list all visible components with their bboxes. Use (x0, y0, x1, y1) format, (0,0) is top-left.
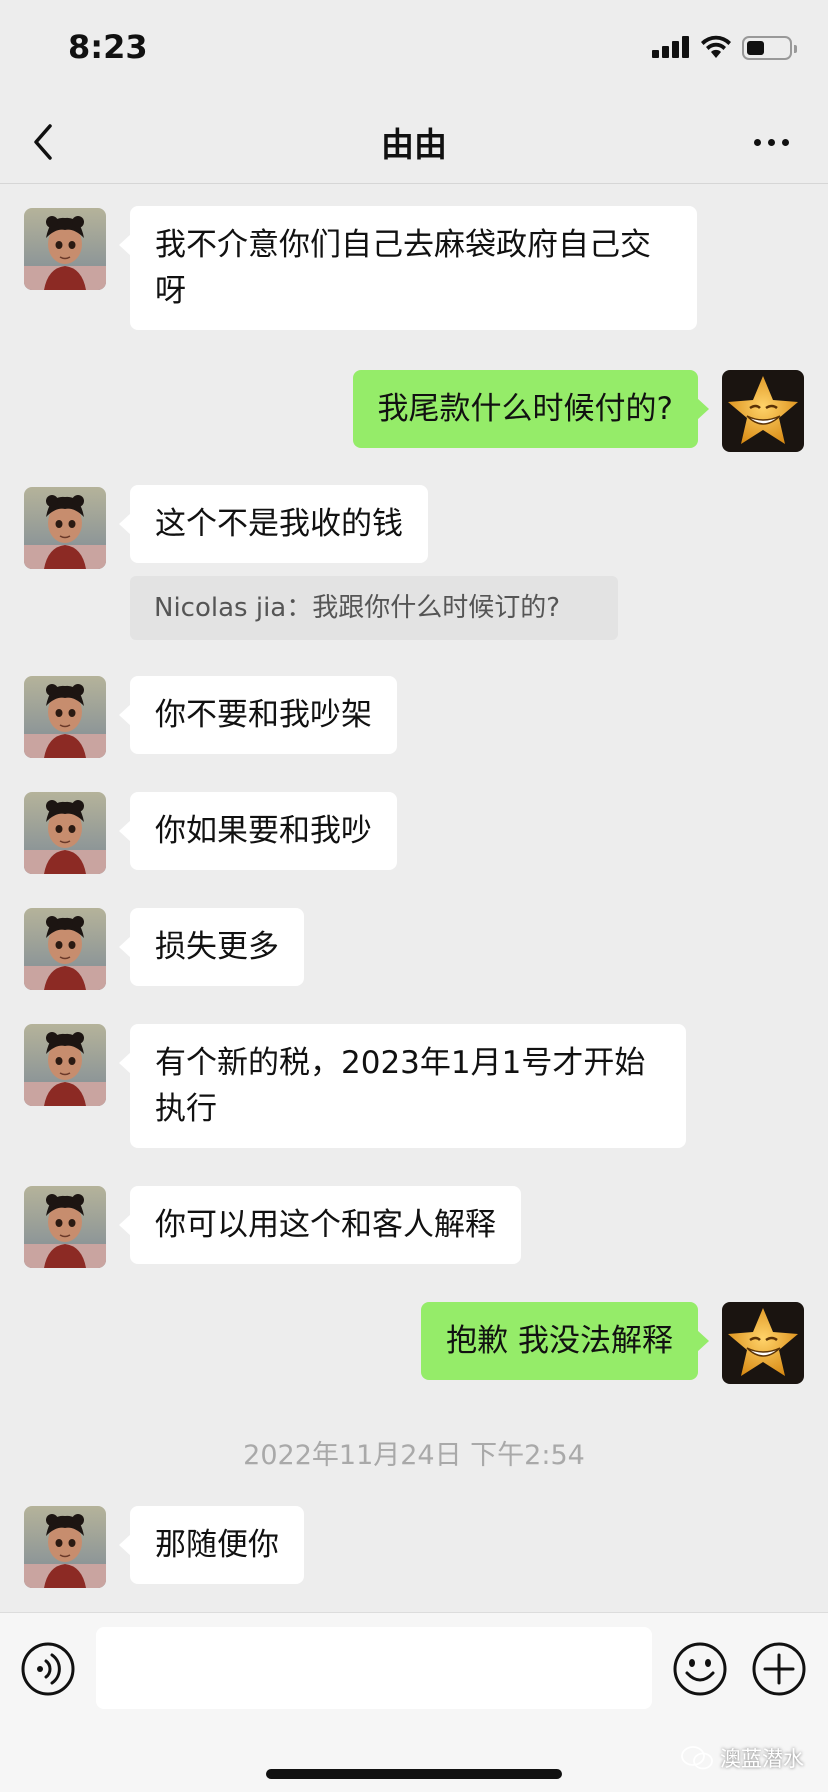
message-text: 那随便你 (155, 1527, 279, 1563)
contact-avatar[interactable] (24, 1186, 106, 1268)
wechat-logo-icon (681, 1746, 713, 1770)
contact-avatar[interactable] (24, 908, 106, 990)
chat-header: 由由 (0, 100, 828, 184)
message-bubble-sent[interactable]: 抱歉 我没法解释 (421, 1302, 709, 1380)
home-indicator[interactable] (266, 1769, 562, 1779)
input-bar: 澳蓝潜水 (0, 1612, 828, 1792)
voice-icon[interactable] (20, 1641, 76, 1697)
contact-avatar[interactable] (24, 487, 106, 569)
contact-avatar[interactable] (24, 676, 106, 758)
user-avatar[interactable] (722, 370, 804, 452)
message-text: 你不要和我吵架 (155, 697, 372, 733)
plus-icon[interactable] (751, 1641, 807, 1697)
status-bar: 8:23 (0, 0, 828, 100)
contact-avatar[interactable] (24, 792, 106, 874)
message-bubble-received[interactable]: 你可以用这个和客人解释 (119, 1186, 521, 1264)
contact-avatar[interactable] (24, 1506, 106, 1588)
message-bubble-received[interactable]: 那随便你 (119, 1506, 304, 1584)
message-input[interactable] (96, 1627, 652, 1709)
more-icon[interactable] (748, 130, 796, 154)
emoji-icon[interactable] (672, 1641, 728, 1697)
message-text: 这个不是我收的钱 (155, 506, 403, 542)
battery-icon (742, 36, 797, 60)
message-bubble-received[interactable]: 损失更多 (119, 908, 304, 986)
message-bubble-received[interactable]: 你如果要和我吵 (119, 792, 397, 870)
watermark-text: 澳蓝潜水 (720, 1747, 804, 1771)
user-avatar[interactable] (722, 1302, 804, 1384)
message-bubble-received[interactable]: 我不介意你们自己去麻袋政府自己交呀 (119, 206, 697, 330)
message-bubble-received[interactable]: 这个不是我收的钱 (119, 485, 428, 563)
message-text: 抱歉 我没法解释 (446, 1323, 673, 1359)
message-text: 你可以用这个和客人解释 (155, 1207, 496, 1243)
quote-text: Nicolas jia：我跟你什么时候订的? (154, 593, 561, 623)
status-time: 8:23 (68, 28, 148, 66)
message-text: 有个新的税，2023年1月1号才开始执行 (155, 1045, 646, 1127)
quoted-message[interactable]: Nicolas jia：我跟你什么时候订的? (130, 576, 618, 640)
wifi-icon (701, 35, 731, 58)
message-bubble-sent[interactable]: 我尾款什么时候付的? (352, 370, 710, 448)
contact-avatar[interactable] (24, 208, 106, 290)
chat-title: 由由 (381, 125, 447, 164)
message-bubble-received[interactable]: 有个新的税，2023年1月1号才开始执行 (119, 1024, 686, 1148)
message-text: 损失更多 (155, 929, 279, 965)
message-text: 你如果要和我吵 (155, 813, 372, 849)
chat-timestamp: 2022年11月24日 下午2:54 (243, 1440, 585, 1471)
message-bubble-received[interactable]: 你不要和我吵架 (119, 676, 397, 754)
contact-avatar[interactable] (24, 1024, 106, 1106)
signal-icon (652, 36, 690, 58)
watermark: 澳蓝潜水 (680, 1743, 804, 1773)
message-text: 我尾款什么时候付的? (377, 391, 673, 427)
message-text: 我不介意你们自己去麻袋政府自己交呀 (155, 227, 651, 309)
